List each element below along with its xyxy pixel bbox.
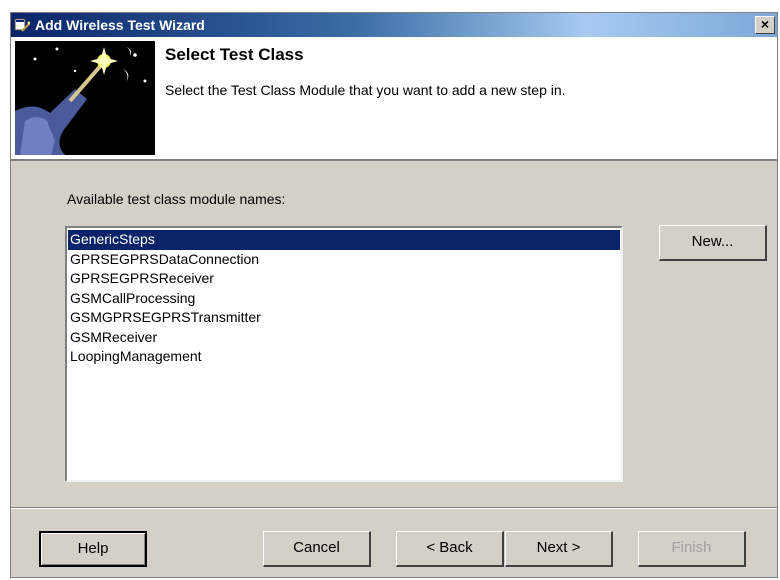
- list-item[interactable]: LoopingManagement: [68, 347, 620, 367]
- test-class-listbox[interactable]: GenericSteps GPRSEGPRSDataConnection GPR…: [65, 226, 623, 482]
- finish-button[interactable]: Finish: [638, 531, 746, 567]
- list-item[interactable]: GSMCallProcessing: [68, 289, 620, 309]
- list-item[interactable]: GSMReceiver: [68, 328, 620, 348]
- close-button[interactable]: ×: [755, 16, 775, 34]
- page-subtitle: Select the Test Class Module that you wa…: [165, 82, 566, 98]
- list-item[interactable]: GPRSEGPRSDataConnection: [68, 250, 620, 270]
- page-title: Select Test Class: [165, 45, 304, 64]
- title-bar[interactable]: Add Wireless Test Wizard ×: [11, 13, 777, 37]
- help-button[interactable]: Help: [39, 531, 147, 567]
- wizard-app-icon: [14, 18, 30, 32]
- back-button[interactable]: < Back: [396, 531, 504, 567]
- wizard-dialog: Add Wireless Test Wizard × Select Test C…: [10, 12, 778, 578]
- list-item[interactable]: GenericSteps: [68, 230, 620, 250]
- next-button[interactable]: Next >: [505, 531, 613, 567]
- list-label: Available test class module names:: [67, 191, 286, 207]
- new-button[interactable]: New...: [659, 225, 767, 261]
- window-title: Add Wireless Test Wizard: [35, 17, 205, 33]
- list-item[interactable]: GSMGPRSEGPRSTransmitter: [68, 308, 620, 328]
- wizard-wand-image: [15, 41, 155, 155]
- list-item[interactable]: GPRSEGPRSReceiver: [68, 269, 620, 289]
- wizard-header: Select Test Class Select the Test Class …: [11, 37, 777, 161]
- footer-separator: [11, 507, 777, 509]
- cancel-button[interactable]: Cancel: [263, 531, 371, 567]
- close-icon: ×: [760, 16, 770, 32]
